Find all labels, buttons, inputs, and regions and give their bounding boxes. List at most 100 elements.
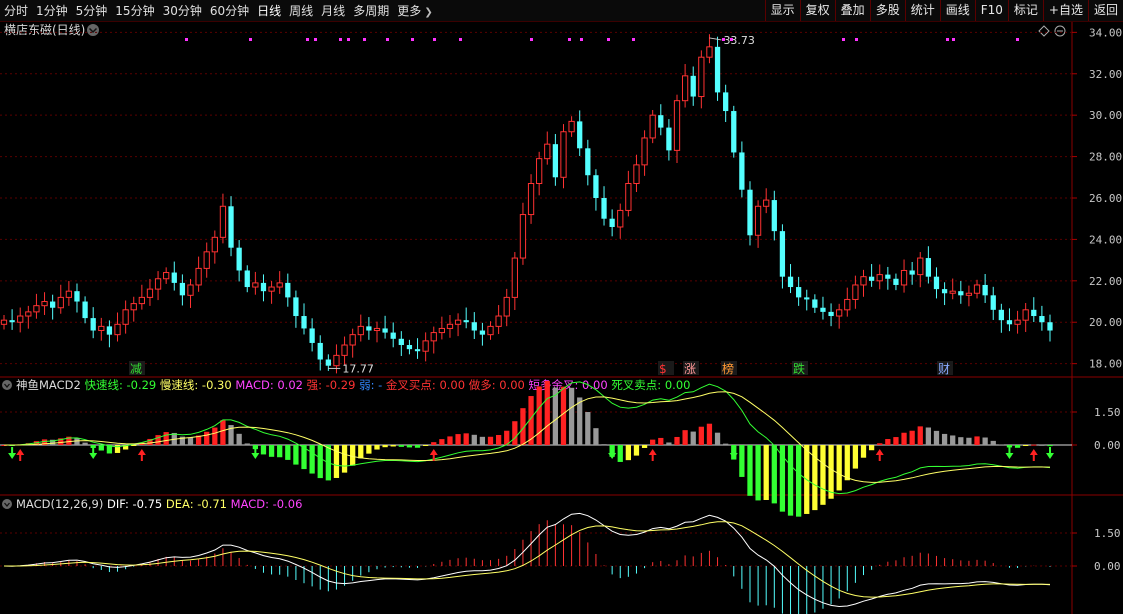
ind1-bar-103 <box>836 445 842 491</box>
tab-period-2[interactable]: 5分钟 <box>72 2 112 19</box>
indicator1-item-2: MACD: 0.02 <box>235 378 306 392</box>
candle-body-88 <box>714 46 721 93</box>
candle-body-22 <box>179 282 186 296</box>
candle-body-21 <box>171 272 177 283</box>
candle-body-57 <box>463 320 469 323</box>
ind1-bar-107 <box>868 445 875 451</box>
ind1-bar-10 <box>82 442 88 445</box>
ind1-bar-30 <box>244 443 250 445</box>
price-tick-label-3: 28.00 <box>1089 151 1122 164</box>
ind1-bar-117 <box>950 435 956 445</box>
tab-period-3[interactable]: 15分钟 <box>111 2 158 19</box>
ind1-bar-60 <box>487 436 494 445</box>
toolbar-button-7[interactable]: 标记 <box>1007 0 1043 21</box>
tab-period-4[interactable]: 30分钟 <box>159 2 206 19</box>
stock-chart[interactable]: 横店东磁(日线) 34.00 32.00 30.00 28.00 26.00 24.00 2… <box>0 22 1123 614</box>
ind1-bar-44 <box>358 445 364 459</box>
ind1-fast-line <box>3 381 1051 495</box>
ind1-bar-116 <box>941 433 948 445</box>
ind1-bar-26 <box>212 427 218 445</box>
tab-period-7[interactable]: 周线 <box>285 2 317 19</box>
toolbar-button-8[interactable]: +自选 <box>1042 0 1088 21</box>
ind1-bar-95 <box>771 445 777 504</box>
ind1-bar-108 <box>877 443 883 445</box>
candle-body-28 <box>228 206 234 248</box>
sell-arrow-icon-75 <box>608 447 617 459</box>
candle-body-40 <box>325 359 331 366</box>
ind1-bar-106 <box>860 445 867 458</box>
tab-period-1[interactable]: 1分钟 <box>32 2 72 19</box>
price-tick-label-8: 18.00 <box>1089 358 1122 371</box>
tab-period-8[interactable]: 月线 <box>317 2 349 19</box>
candle-body-66 <box>536 158 543 185</box>
tab-period-9[interactable]: 多周期 <box>349 2 393 19</box>
price-tick-label-4: 26.00 <box>1089 192 1122 205</box>
candle-body-32 <box>260 282 267 292</box>
ind1-bar-83 <box>674 436 680 445</box>
ind2-tick-label-0: 1.50 <box>1094 527 1121 540</box>
ind1-bar-39 <box>317 445 323 479</box>
ind1-bar-121 <box>982 437 988 445</box>
candle-body-59 <box>479 330 486 335</box>
toolbar-button-1[interactable]: 复权 <box>799 0 835 21</box>
signal-dot-22 <box>1016 38 1019 41</box>
candle-body-8 <box>65 290 73 298</box>
toolbar-button-9[interactable]: 返回 <box>1087 0 1123 21</box>
candle-body-97 <box>787 276 794 288</box>
candle-body-58 <box>471 322 477 331</box>
title-dropdown-chevron-down-icon[interactable] <box>87 24 99 36</box>
signal-label-4: 跌 <box>793 361 805 376</box>
candle-body-34 <box>276 282 283 288</box>
signal-dot-5 <box>347 38 350 41</box>
ind1-bar-115 <box>933 430 940 445</box>
ind1-bar-96 <box>779 445 786 512</box>
sell-arrow-icon-90 <box>729 447 738 459</box>
ind1-bar-112 <box>909 430 915 445</box>
candle-body-92 <box>747 189 753 236</box>
candle-body-56 <box>454 319 462 325</box>
ind2-tick-label-1: 0.00 <box>1094 560 1121 573</box>
tab-period-5[interactable]: 60分钟 <box>206 2 253 19</box>
candle-body-108 <box>876 274 883 282</box>
ind1-bar-93 <box>755 445 761 501</box>
ind1-bar-74 <box>601 444 607 446</box>
main-grid <box>0 31 1072 365</box>
ind1-bar-47 <box>382 445 388 448</box>
candle-body-113 <box>917 257 924 276</box>
candle-body-103 <box>836 309 843 317</box>
toolbar-button-0[interactable]: 显示 <box>764 0 800 21</box>
candle-body-55 <box>446 323 454 329</box>
ind1-bar-85 <box>690 431 696 445</box>
candle-body-51 <box>414 349 421 352</box>
ind1-bar-57 <box>463 433 469 445</box>
collapse-circle-icon[interactable] <box>1054 25 1066 37</box>
candle-body-38 <box>309 328 315 343</box>
ind1-bar-77 <box>625 445 631 461</box>
ind1-bar-89 <box>723 443 729 445</box>
tab-period-0[interactable]: 分时 <box>0 2 32 19</box>
toolbar-button-4[interactable]: 统计 <box>904 0 940 21</box>
candle-body-18 <box>146 288 154 298</box>
candle-body-99 <box>804 297 810 300</box>
diamond-icon[interactable] <box>1038 25 1050 37</box>
candle-body-78 <box>633 164 640 185</box>
candle-body-25 <box>203 251 210 269</box>
price-tick-label-1: 32.00 <box>1089 68 1122 81</box>
toolbar-button-6[interactable]: F10 <box>974 0 1008 21</box>
indicator1-item-1: 慢速线: -0.30 <box>160 378 235 392</box>
tab-period-6[interactable]: 日线 <box>253 2 285 19</box>
indicator1-item-3: 强: -0.29 <box>307 378 359 392</box>
ind1-bar-29 <box>236 433 242 445</box>
toolbar-button-2[interactable]: 叠加 <box>834 0 870 21</box>
indicator2-chevron-down-icon[interactable] <box>2 499 12 509</box>
signal-dot-12 <box>568 38 571 41</box>
indicator1-chevron-down-icon[interactable] <box>2 380 12 390</box>
candle-body-36 <box>293 297 299 317</box>
signal-dot-18 <box>842 38 845 41</box>
indicator1-item-5: 金叉买点: 0.00 <box>386 378 469 392</box>
toolbar-button-3[interactable]: 多股 <box>869 0 905 21</box>
toolbar-button-5[interactable]: 画线 <box>939 0 975 21</box>
candle-body-116 <box>941 289 948 294</box>
ind1-bar-54 <box>439 439 445 445</box>
tab-period-10[interactable]: 更多 ❯ <box>393 2 437 19</box>
